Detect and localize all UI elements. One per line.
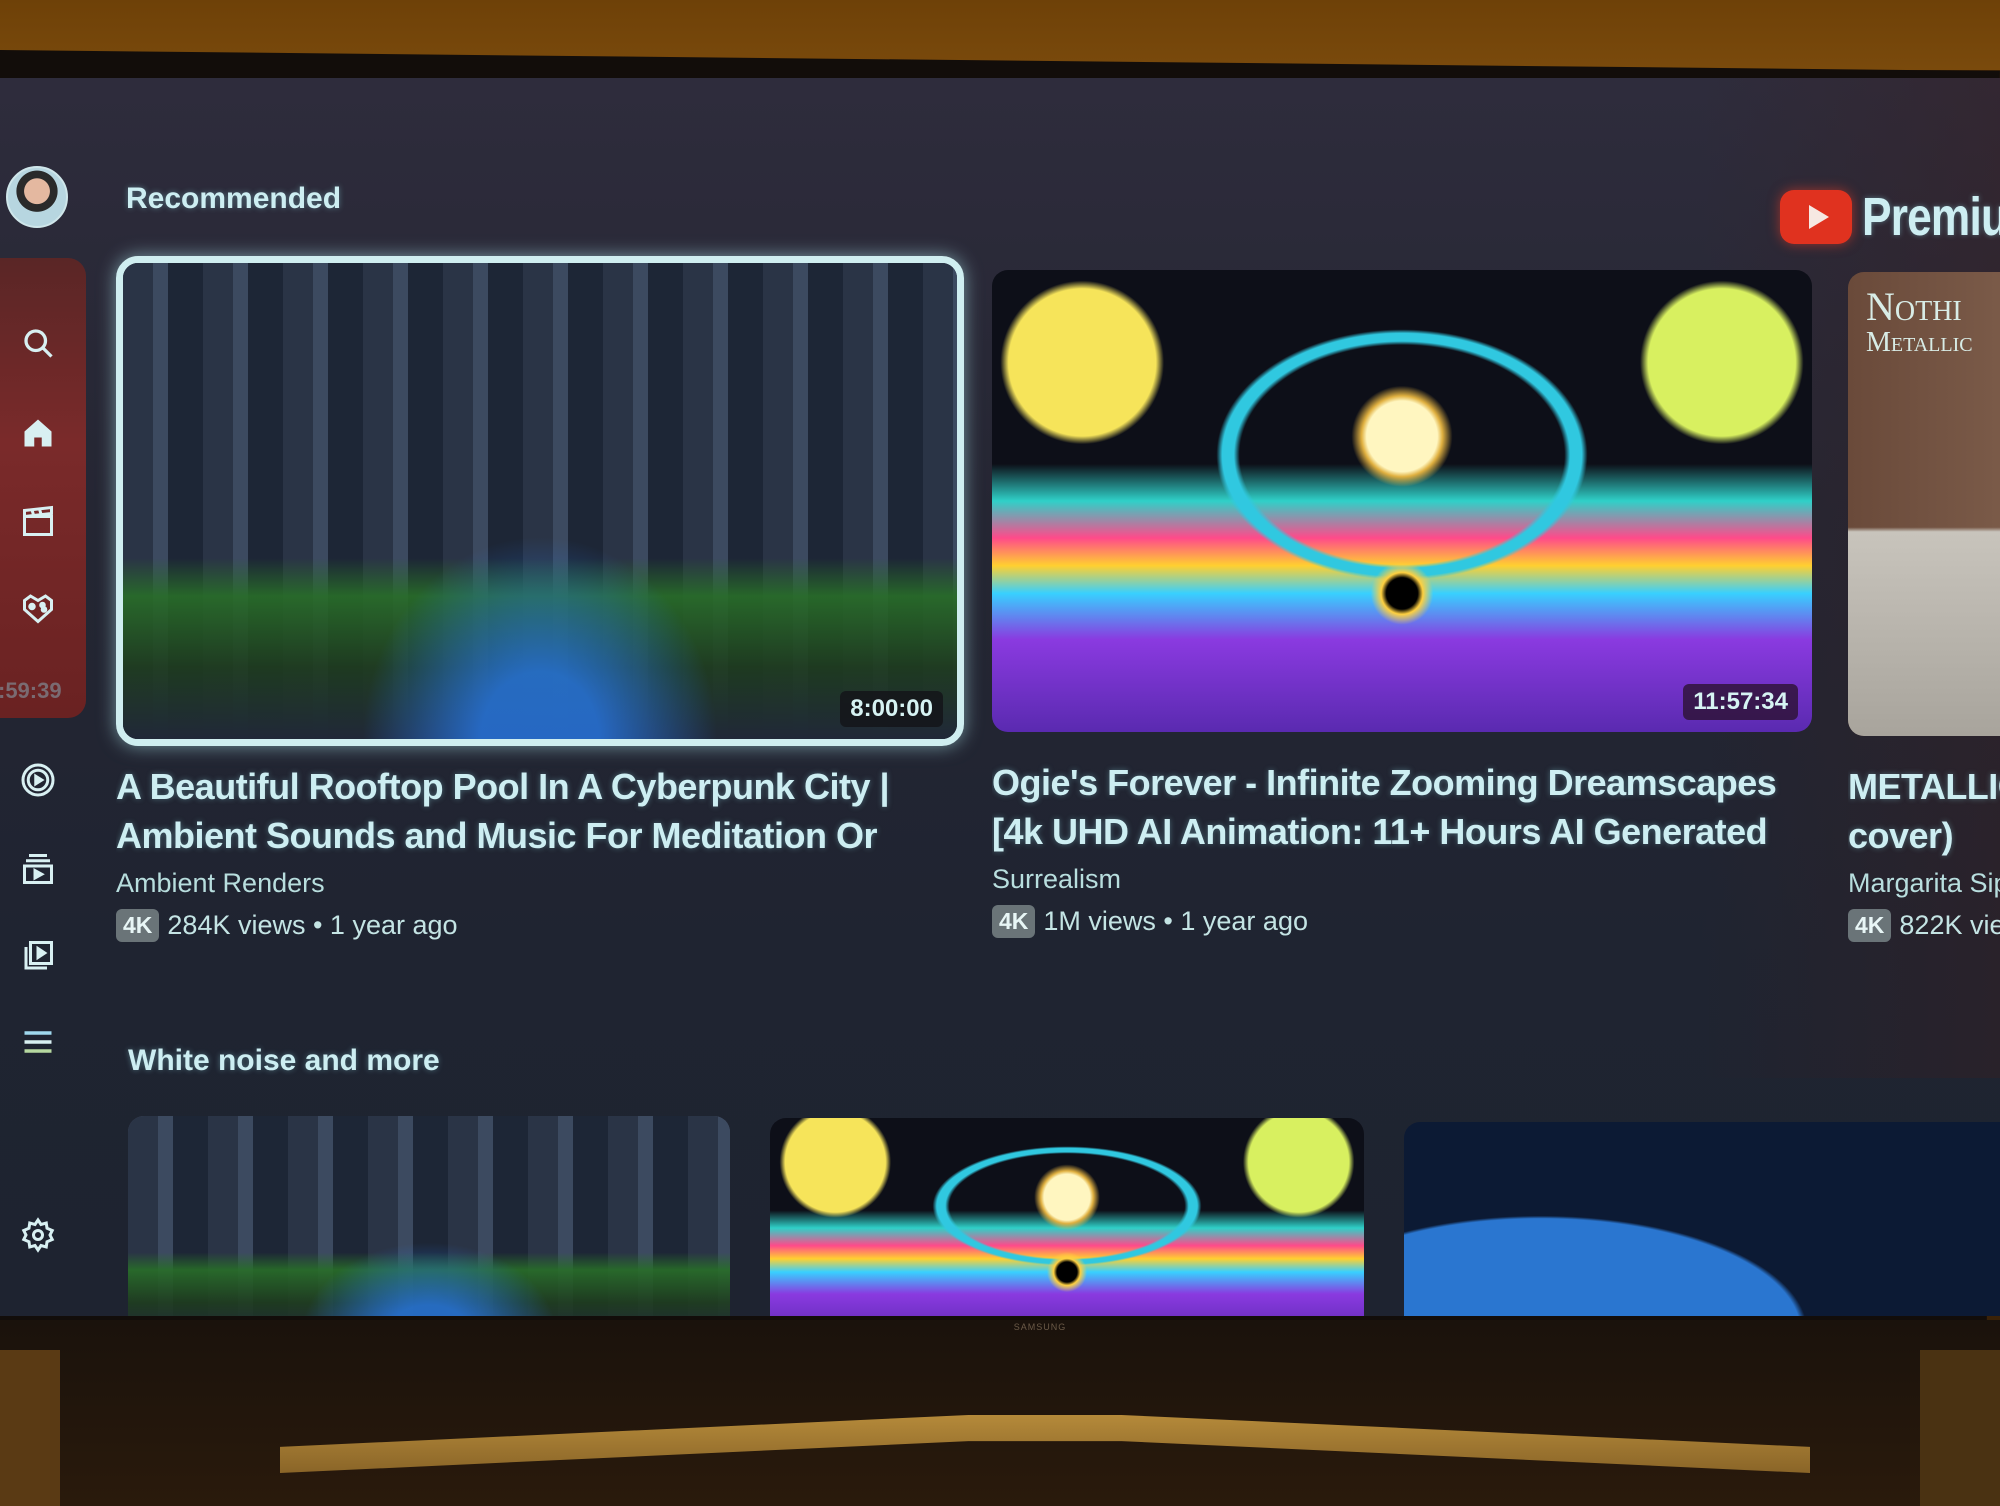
- video-card[interactable]: [1404, 1122, 2000, 1316]
- video-thumbnail[interactable]: [770, 1118, 1364, 1316]
- thumbnail-image: [992, 270, 1812, 732]
- sidebar-item-subscriptions[interactable]: [18, 760, 58, 800]
- playlist-icon: [24, 941, 53, 970]
- thumbnail-image: Nothi Metallic: [1848, 272, 2000, 736]
- avatar[interactable]: [6, 166, 68, 228]
- video-meta: 4K 284K views • 1 year ago: [116, 909, 964, 942]
- thumbnail-image: [123, 263, 957, 739]
- background-time-text: :59:39: [0, 678, 62, 703]
- thumbnail-image: [770, 1118, 1364, 1316]
- video-thumbnail[interactable]: [1404, 1122, 2000, 1316]
- video-thumbnail[interactable]: Nothi Metallic: [1848, 272, 2000, 736]
- premium-logo: Premium: [1780, 186, 2000, 248]
- views-age: 822K views: [1899, 910, 2000, 940]
- sidebar-item-library[interactable]: [18, 849, 58, 889]
- play-circle-icon: [21, 763, 55, 797]
- sidebar-item-playlists[interactable]: [18, 936, 58, 976]
- furniture-right: [1920, 1350, 2000, 1506]
- section-title-white-noise: White noise and more: [128, 1044, 440, 1077]
- youtube-play-icon: [1780, 190, 1852, 244]
- video-card[interactable]: [128, 1116, 730, 1316]
- quality-badge: 4K: [992, 905, 1036, 938]
- video-meta: 4K 822K views: [1848, 909, 2000, 942]
- channel-name: Ambient Renders: [116, 868, 325, 898]
- video-thumbnail[interactable]: 8:00:00: [116, 256, 964, 746]
- section-title-recommended: Recommended: [126, 182, 342, 215]
- video-card[interactable]: [770, 1118, 1364, 1316]
- gamepad-heart-icon: [23, 594, 53, 624]
- video-title: Ogie's Forever - Infinite Zooming Dreams…: [992, 762, 1777, 852]
- sidebar-item-search[interactable]: [18, 323, 58, 363]
- sidebar-item-home[interactable]: [18, 413, 58, 453]
- duration-badge: 8:00:00: [840, 691, 943, 727]
- sidebar-item-menu[interactable]: [18, 1022, 58, 1062]
- thumbnail-image: [1404, 1122, 2000, 1316]
- tv-brand-logo: SAMSUNG: [1013, 1322, 1067, 1332]
- channel-name: Surrealism: [992, 864, 1122, 894]
- tv-stand-area: [0, 1320, 2000, 1506]
- quality-badge: 4K: [1848, 909, 1892, 942]
- video-meta: 4K 1M views • 1 year ago: [992, 905, 1812, 938]
- premium-label: Premium: [1862, 187, 2000, 247]
- sidebar-item-gaming[interactable]: [18, 588, 58, 628]
- menu-icon: [24, 1031, 52, 1053]
- gear-icon: [21, 1217, 55, 1253]
- thumbnail-image: [128, 1116, 730, 1316]
- views-age: 1M views • 1 year ago: [1043, 906, 1308, 936]
- video-card[interactable]: 11:57:34 Ogie's Forever - Infinite Zoomi…: [992, 270, 1812, 938]
- video-thumbnail[interactable]: 11:57:34: [992, 270, 1812, 732]
- library-icon: [23, 854, 53, 884]
- search-icon: [24, 329, 53, 358]
- views-age: 284K views • 1 year ago: [167, 910, 458, 940]
- video-title: A Beautiful Rooftop Pool In A Cyberpunk …: [116, 766, 890, 856]
- duration-badge: 11:57:34: [1683, 684, 1798, 720]
- clapperboard-icon: [23, 505, 53, 536]
- video-card[interactable]: Nothi Metallic METALLICA cover) Margarit…: [1848, 272, 2000, 942]
- video-thumbnail[interactable]: [128, 1116, 730, 1316]
- channel-name: Margarita Sip: [1848, 868, 2000, 898]
- tv-screen: :59:39 Recommended Premium 8:00:00 A: [0, 78, 2000, 1316]
- quality-badge: 4K: [116, 909, 160, 942]
- home-icon: [24, 419, 52, 447]
- video-title: METALLICA cover): [1848, 766, 2000, 856]
- video-card[interactable]: 8:00:00 A Beautiful Rooftop Pool In A Cy…: [116, 256, 964, 942]
- sidebar-item-shorts[interactable]: [18, 501, 58, 541]
- sidebar-item-settings[interactable]: [18, 1215, 58, 1255]
- thumbnail-text: Nothi Metallic: [1866, 284, 1973, 358]
- furniture-left: [0, 1350, 60, 1506]
